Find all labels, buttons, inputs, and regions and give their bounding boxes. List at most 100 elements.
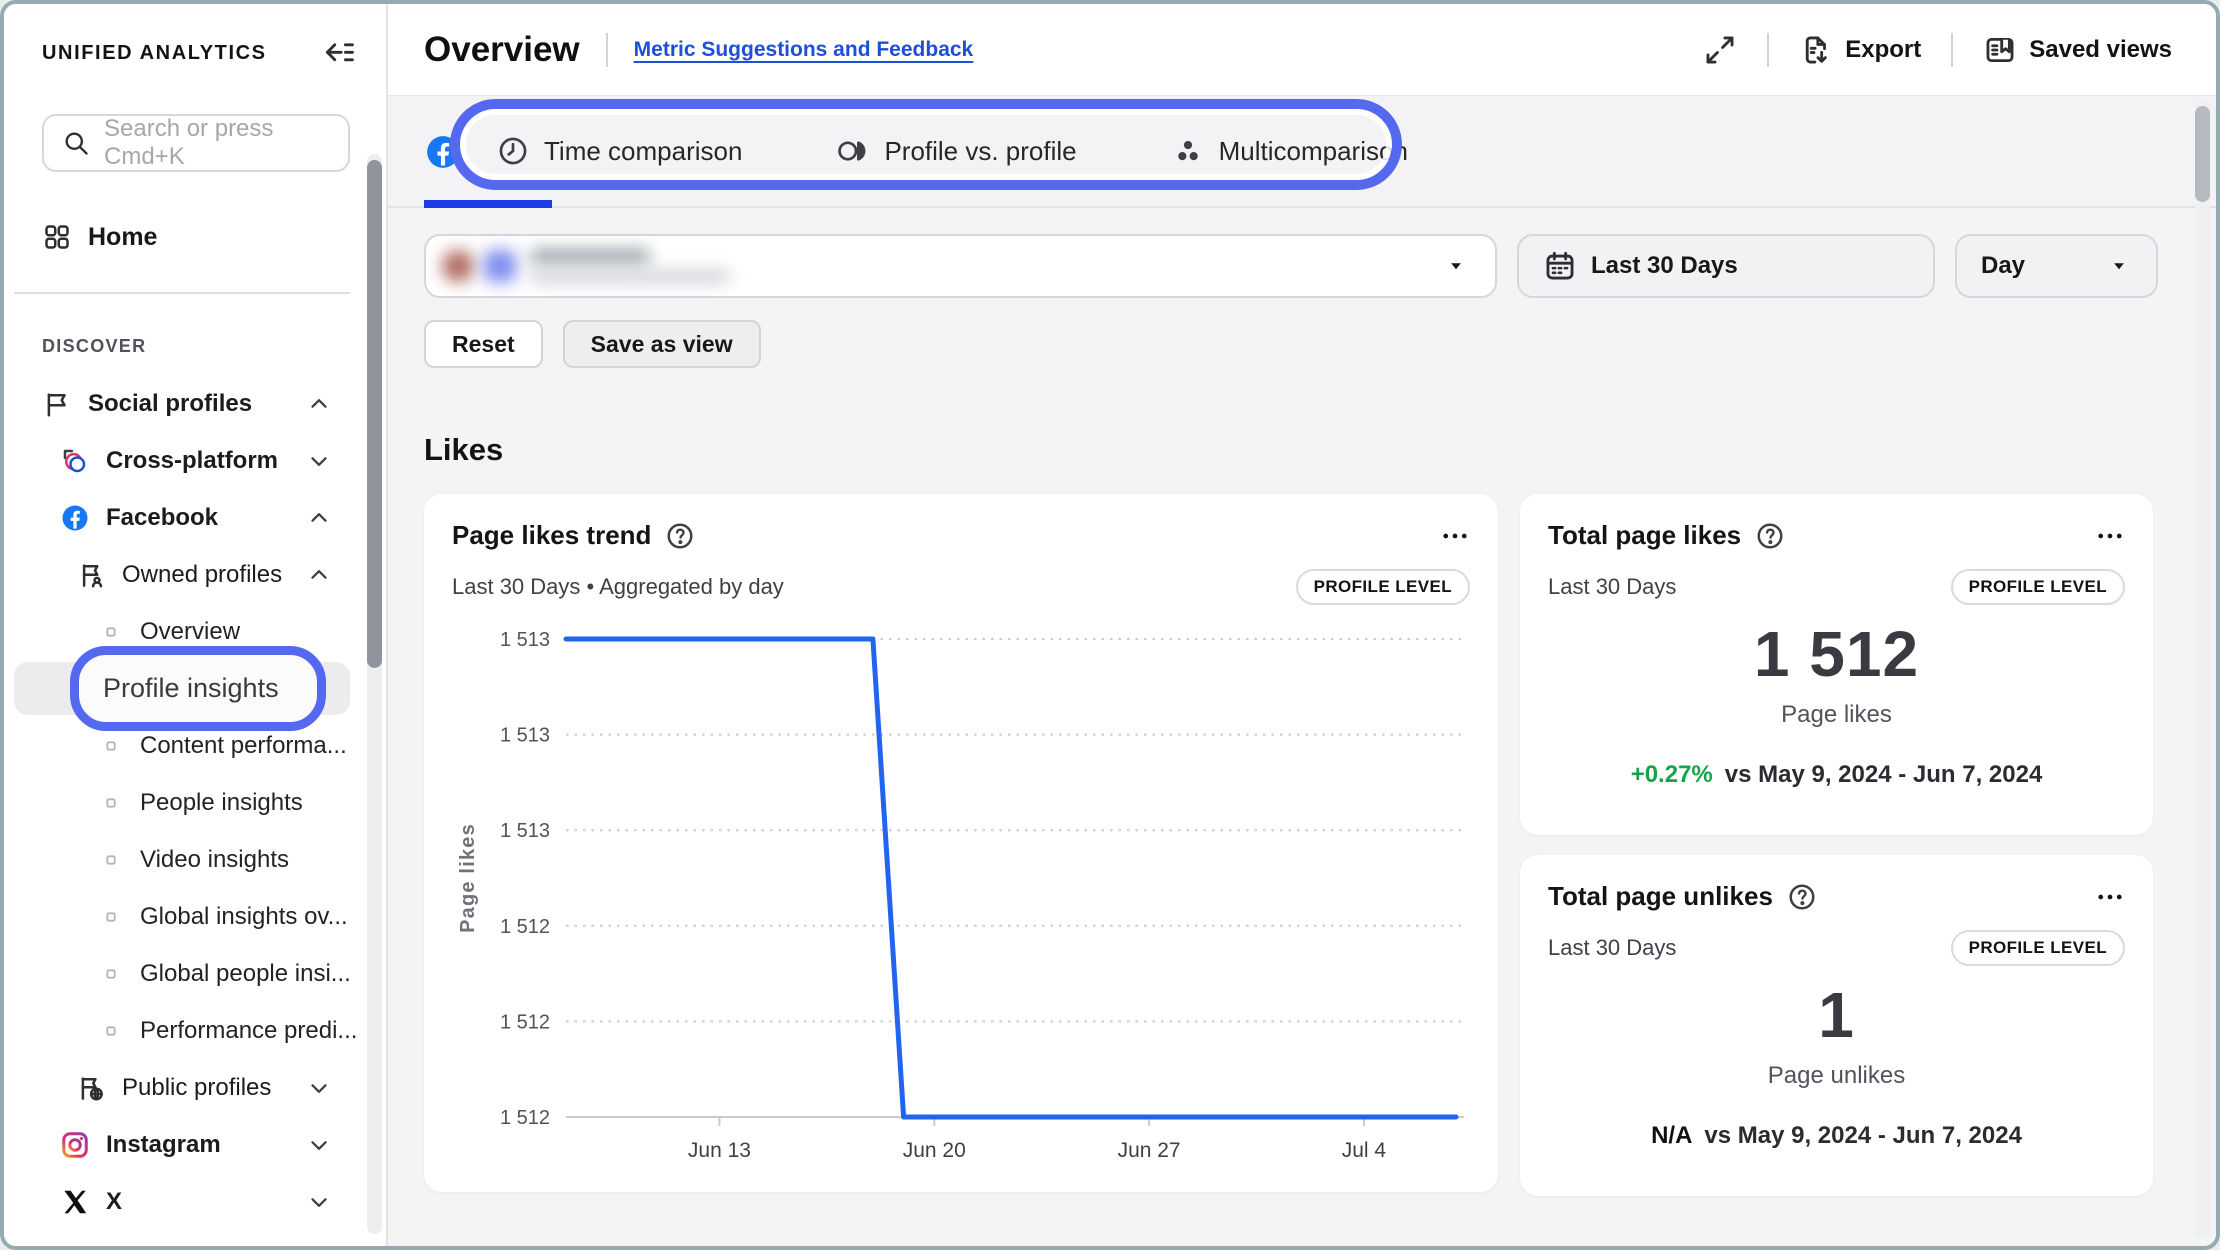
chevron-down-icon[interactable] bbox=[306, 1189, 332, 1215]
filter-actions: Reset Save as view bbox=[424, 320, 2186, 368]
help-question-icon[interactable] bbox=[1755, 521, 1785, 551]
x-axis-tick-label: Jul 4 bbox=[1342, 1139, 1387, 1161]
saved-views-button[interactable]: Saved views bbox=[1983, 33, 2172, 67]
reset-button[interactable]: Reset bbox=[424, 320, 543, 368]
tab-profile-vs-profile[interactable]: Profile vs. profile bbox=[836, 134, 1076, 168]
main-scrollbar-track[interactable] bbox=[2195, 100, 2210, 1238]
sidebar-home-label: Home bbox=[88, 223, 157, 252]
main-area: Overview Metric Suggestions and Feedback… bbox=[388, 4, 2216, 1246]
sidebar-item-label: Global people insi... bbox=[140, 960, 351, 988]
search-icon bbox=[62, 129, 90, 157]
sidebar-item-x[interactable]: X bbox=[4, 1173, 386, 1230]
y-axis-tick-label: 1 512 bbox=[500, 1011, 550, 1033]
chevron-down-icon[interactable] bbox=[306, 1075, 332, 1101]
chevron-down-icon[interactable] bbox=[306, 448, 332, 474]
save-as-view-button[interactable]: Save as view bbox=[563, 320, 761, 368]
y-axis-tick-label: 1 513 bbox=[500, 820, 550, 842]
kpi-compare-range: vs May 9, 2024 - Jun 7, 2024 bbox=[1704, 1122, 2022, 1150]
x-axis-tick-label: Jun 13 bbox=[688, 1139, 751, 1161]
chevron-up-icon[interactable] bbox=[306, 505, 332, 531]
bullet-icon bbox=[100, 621, 122, 643]
kpi-delta: +0.27% bbox=[1631, 761, 1713, 789]
sidebar-item-label: Instagram bbox=[106, 1131, 221, 1159]
page-likes-trend-line bbox=[566, 639, 1456, 1117]
bullet-icon bbox=[100, 1020, 122, 1042]
comparison-tab-strip: Time comparison Profile vs. profile Multic… bbox=[388, 96, 2216, 208]
granularity-dropdown[interactable]: Day bbox=[1955, 234, 2158, 298]
sidebar-divider bbox=[14, 292, 350, 294]
page-title: Overview bbox=[424, 30, 580, 70]
sidebar-item-facebook[interactable]: Facebook bbox=[4, 489, 386, 546]
cards-row: Page likes trend Last 30 Days • Aggregat… bbox=[424, 494, 2186, 1196]
card-title: Total page unlikes bbox=[1548, 881, 1773, 912]
sidebar-item-public-profiles[interactable]: Public profiles bbox=[4, 1059, 386, 1116]
profile-select[interactable] bbox=[424, 234, 1497, 298]
saved-views-icon bbox=[1983, 33, 2017, 67]
redacted-avatar bbox=[484, 250, 516, 282]
redacted-profile-name bbox=[530, 249, 730, 283]
y-axis-tick-label: 1 513 bbox=[500, 725, 550, 747]
help-question-icon[interactable] bbox=[665, 521, 695, 551]
bullet-icon bbox=[100, 849, 122, 871]
export-button[interactable]: Export bbox=[1799, 33, 1921, 67]
card-subheader: Last 30 Days • Aggregated by day PROFILE… bbox=[452, 569, 1470, 605]
sidebar-item-global-insights-ov[interactable]: Global insights ov... bbox=[4, 888, 386, 945]
sidebar-item-people-insights[interactable]: People insights bbox=[4, 774, 386, 831]
sidebar-item-label: X bbox=[106, 1188, 122, 1216]
caret-down-icon bbox=[2106, 253, 2132, 279]
sidebar-item-performance-predi[interactable]: Performance predi... bbox=[4, 1002, 386, 1059]
search-input[interactable]: Search or press Cmd+K bbox=[42, 114, 350, 172]
sidebar-item-instagram[interactable]: Instagram bbox=[4, 1116, 386, 1173]
facebook-platform-tab[interactable] bbox=[424, 133, 462, 171]
collapse-sidebar-icon[interactable] bbox=[322, 36, 356, 70]
comparison-tabs: Time comparison Profile vs. profile Multic… bbox=[496, 96, 1408, 206]
owned-profiles-icon bbox=[76, 560, 106, 590]
sidebar-item-global-people-insi[interactable]: Global people insi... bbox=[4, 945, 386, 1002]
sidebar-item-label: Facebook bbox=[106, 504, 218, 532]
more-options-icon[interactable] bbox=[2095, 521, 2125, 551]
more-options-icon[interactable] bbox=[1440, 521, 1470, 551]
chevron-down-icon[interactable] bbox=[306, 1132, 332, 1158]
sidebar-item-cross-platform[interactable]: Cross-platform bbox=[4, 432, 386, 489]
home-grid-icon bbox=[42, 222, 72, 252]
date-range-button[interactable]: Last 30 Days bbox=[1517, 234, 1935, 298]
sidebar-scrollbar-thumb[interactable] bbox=[367, 160, 382, 668]
expand-icon[interactable] bbox=[1703, 33, 1737, 67]
chevron-up-icon[interactable] bbox=[306, 562, 332, 588]
sidebar-item-video-insights[interactable]: Video insights bbox=[4, 831, 386, 888]
tab-label: Multicomparison bbox=[1219, 136, 1408, 167]
more-options-icon[interactable] bbox=[2095, 882, 2125, 912]
kpi-delta-row: +0.27% vs May 9, 2024 - Jun 7, 2024 bbox=[1631, 761, 2043, 789]
app-window: UNIFIED ANALYTICS Search or press Cmd+K … bbox=[0, 0, 2220, 1250]
sidebar-item-label: Social profiles bbox=[88, 390, 252, 418]
chevron-up-icon[interactable] bbox=[306, 391, 332, 417]
tab-time-comparison[interactable]: Time comparison bbox=[496, 134, 742, 168]
profile-level-badge: PROFILE LEVEL bbox=[1951, 569, 2125, 605]
sidebar: UNIFIED ANALYTICS Search or press Cmd+K … bbox=[4, 4, 388, 1246]
bullet-icon bbox=[100, 792, 122, 814]
sidebar-item-profile-insights[interactable]: Profile insights bbox=[4, 660, 386, 717]
annotation-box-profile-insights: Profile insights bbox=[70, 646, 326, 731]
page-likes-trend-chart: 1 5121 5121 5121 5131 5131 513Jun 13Jun … bbox=[452, 605, 1470, 1161]
help-question-icon[interactable] bbox=[1787, 882, 1817, 912]
metric-suggestions-link[interactable]: Metric Suggestions and Feedback bbox=[634, 38, 974, 62]
sidebar-item-owned-profiles[interactable]: Owned profiles bbox=[4, 546, 386, 603]
section-title-likes: Likes bbox=[424, 432, 2186, 468]
sidebar-item-home[interactable]: Home bbox=[4, 212, 386, 262]
x-icon bbox=[60, 1187, 90, 1217]
y-axis-tick-label: 1 513 bbox=[500, 629, 550, 651]
title-separator bbox=[606, 33, 608, 67]
y-axis-title: Page likes bbox=[457, 823, 479, 933]
sidebar-item-label: People insights bbox=[140, 789, 303, 817]
tab-multicomparison[interactable]: Multicomparison bbox=[1171, 134, 1408, 168]
main-scrollbar-thumb[interactable] bbox=[2195, 106, 2210, 202]
content-area: Last 30 Days Day Reset Save as view Like… bbox=[388, 208, 2216, 1246]
kpi-compare-range: vs May 9, 2024 - Jun 7, 2024 bbox=[1725, 761, 2043, 789]
sidebar-item-label: Overview bbox=[140, 618, 240, 646]
sidebar-item-label: Profile insights bbox=[103, 673, 279, 704]
sidebar-item-social-profiles[interactable]: Social profiles bbox=[4, 375, 386, 432]
bullet-icon bbox=[100, 963, 122, 985]
top-bar: Overview Metric Suggestions and Feedback… bbox=[388, 4, 2216, 96]
kpi-delta: N/A bbox=[1651, 1122, 1692, 1150]
sidebar-item-label: Performance predi... bbox=[140, 1017, 357, 1045]
